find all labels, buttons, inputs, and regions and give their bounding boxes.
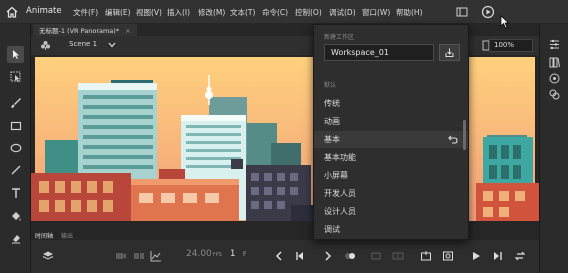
workspace-item-classic[interactable]: 传统	[314, 95, 468, 112]
fps-value: 24.00	[186, 249, 212, 259]
app-name: Animate	[26, 6, 62, 16]
home-icon[interactable]	[5, 5, 19, 19]
workspace-name-field[interactable]: Workspace_01	[324, 44, 434, 61]
edit-multiple-frames-icon[interactable]	[391, 249, 405, 263]
layers-icon[interactable]	[41, 249, 55, 263]
loop-playback-icon[interactable]	[513, 249, 527, 263]
workspace-item-label: 开发人员	[324, 189, 356, 198]
workspace-item-label: 设计人员	[324, 207, 356, 216]
document-tab[interactable]: 无标题-1 (VR Panorama)* ×	[33, 24, 137, 36]
scene-clapper-icon	[41, 41, 50, 50]
mouse-cursor-icon	[500, 15, 510, 29]
reset-icon[interactable]	[447, 134, 458, 145]
workspace-item-label: 动画	[324, 117, 340, 126]
menu-debug[interactable]: 调试(D)	[329, 7, 356, 18]
zoom-value: 100%	[494, 41, 515, 49]
menu-help[interactable]: 帮助(H)	[396, 7, 423, 18]
line-tool-icon[interactable]	[7, 161, 24, 178]
frame-value[interactable]: 1	[230, 249, 235, 259]
selection-tool-icon[interactable]	[7, 46, 24, 63]
tab-timeline[interactable]: 时间轴	[35, 231, 53, 240]
library-icon[interactable]	[548, 56, 561, 69]
insert-keyframe-icon[interactable]	[419, 249, 433, 263]
text-tool-icon[interactable]	[7, 184, 24, 201]
workspace-item-label: 基本功能	[324, 153, 356, 162]
timeline-controls: 24.00FPS 1 F	[31, 240, 539, 273]
menu-insert[interactable]: 插入(I)	[167, 7, 190, 18]
panel-layout-icon[interactable]	[455, 5, 469, 19]
workspace-item-label: 小屏幕	[324, 171, 348, 180]
play-icon[interactable]	[481, 5, 495, 19]
menu-commands[interactable]: 命令(C)	[262, 7, 288, 18]
paint-bucket-tool-icon[interactable]	[7, 207, 24, 224]
rectangle-tool-icon[interactable]	[7, 117, 24, 134]
play-timeline-icon[interactable]	[469, 249, 483, 263]
assets-icon[interactable]	[548, 72, 561, 85]
tools-panel	[0, 24, 31, 273]
menu-edit[interactable]: 编辑(E)	[105, 7, 131, 18]
new-workspace-label: 新建工作区	[324, 34, 355, 41]
save-icon	[445, 48, 454, 57]
subselection-tool-icon[interactable]	[7, 68, 24, 85]
menu-scrollbar[interactable]	[463, 120, 466, 150]
camera-icon[interactable]	[114, 249, 128, 263]
scene-name[interactable]: Scene 1	[69, 40, 97, 48]
frame-unit: F	[243, 251, 247, 258]
tab-output[interactable]: 输出	[61, 231, 73, 240]
next-frame-icon[interactable]	[321, 249, 335, 263]
right-panel-strip	[539, 24, 568, 273]
insert-blank-keyframe-icon[interactable]	[441, 249, 455, 263]
onion-skin-icon[interactable]	[343, 249, 357, 263]
eraser-tool-icon[interactable]	[7, 229, 24, 246]
depth-icon[interactable]	[132, 249, 146, 263]
workspace-item-developer[interactable]: 开发人员	[314, 185, 468, 202]
workspace-item-small-screen[interactable]: 小屏幕	[314, 167, 468, 184]
workspace-item-label: 传统	[324, 99, 340, 108]
graph-icon[interactable]	[149, 249, 163, 263]
brush-tool-icon[interactable]	[7, 94, 24, 111]
loop-icon[interactable]	[369, 249, 383, 263]
properties-icon[interactable]	[548, 38, 561, 51]
workspace-item-essentials[interactable]: 基本	[314, 131, 468, 148]
workspace-item-basic-features[interactable]: 基本功能	[314, 149, 468, 166]
workspace-item-debug[interactable]: 调试	[314, 221, 468, 238]
menu-bar: Animate 文件(F) 编辑(E) 视图(V) 插入(I) 修改(M) 文本…	[0, 0, 568, 24]
menu-control[interactable]: 控制(O)	[295, 7, 322, 18]
first-frame-icon[interactable]	[293, 249, 307, 263]
menu-window[interactable]: 窗口(W)	[362, 7, 390, 18]
previous-frame-icon[interactable]	[272, 249, 286, 263]
workspace-item-animator[interactable]: 动画	[314, 113, 468, 130]
fps-unit: FPS	[212, 252, 222, 258]
zoom-field[interactable]: 100%	[489, 39, 533, 52]
fps-display[interactable]: 24.00FPS	[186, 249, 222, 259]
workspace-item-label: 调试	[324, 225, 340, 234]
workspace-item-designer[interactable]: 设计人员	[314, 203, 468, 220]
oval-tool-icon[interactable]	[7, 139, 24, 156]
menu-file[interactable]: 文件(F)	[73, 7, 98, 18]
workspace-menu: 新建工作区 Workspace_01 默认 传统 动画 基本 基本功能 小屏幕 …	[313, 24, 469, 240]
tab-close-icon[interactable]: ×	[125, 27, 130, 35]
menu-modify[interactable]: 修改(M)	[198, 7, 225, 18]
color-icon[interactable]	[548, 88, 561, 101]
workspace-item-label: 基本	[324, 135, 340, 144]
document-tab-title: 无标题-1 (VR Panorama)*	[39, 27, 120, 35]
workspace-name-value: Workspace_01	[331, 48, 389, 57]
default-label: 默认	[324, 82, 337, 89]
menu-view[interactable]: 视图(V)	[136, 7, 162, 18]
chevron-down-icon[interactable]	[108, 42, 116, 48]
menu-text[interactable]: 文本(T)	[230, 7, 255, 18]
last-frame-icon[interactable]	[491, 249, 505, 263]
save-workspace-button[interactable]	[439, 44, 460, 61]
